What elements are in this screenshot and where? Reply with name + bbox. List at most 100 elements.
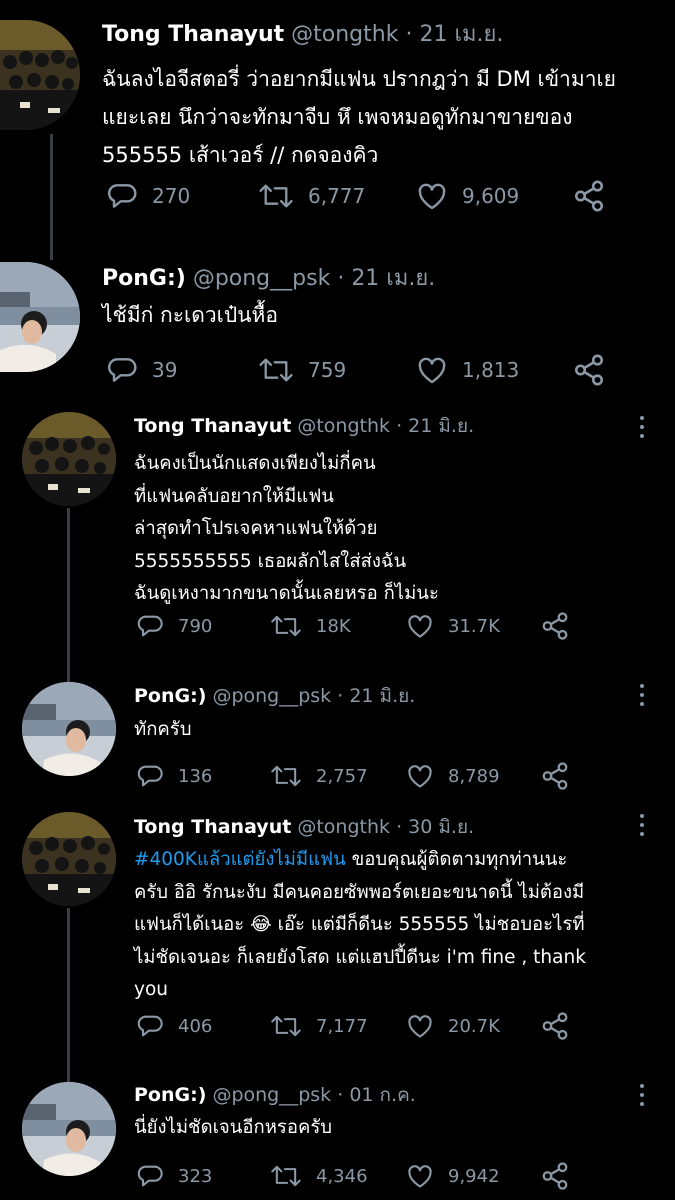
share-button[interactable]	[572, 176, 606, 216]
retweet-button[interactable]: 759	[258, 350, 346, 390]
avatar[interactable]	[0, 20, 80, 130]
reply-icon	[107, 184, 137, 208]
retweet-icon	[271, 615, 301, 637]
reply-count: 790	[178, 615, 213, 637]
reply-count: 270	[152, 184, 191, 208]
retweet-button[interactable]: 4,346	[270, 1156, 368, 1196]
tweet-text-segment: ขอบคุณผู้ติดตามทุกท่านนะ	[345, 849, 568, 870]
author-name[interactable]: Tong Thanayut	[102, 22, 284, 47]
tweet[interactable]: Tong Thanayut @tongthk · 21 เม.ย. ฉันลงไ…	[0, 0, 675, 250]
tweet-date[interactable]: 21 มิ.ย.	[408, 415, 474, 437]
tweet[interactable]: PonG:) @pong__psk · 01 ก.ค. นี่ยังไม่ชัด…	[0, 1070, 675, 1200]
tweet-text: นี่ยังไม่ชัดเจนอีกหรอครับ	[134, 1112, 332, 1144]
separator-dot: ·	[405, 22, 413, 47]
tweet-text: ไช้มีก่ กะเดวเป๋นหื้อ	[102, 296, 278, 334]
avatar[interactable]	[22, 412, 116, 506]
heart-icon	[418, 183, 446, 210]
more-options-button[interactable]	[639, 416, 645, 438]
tweet-text-line: ครับ อิอิ รักนะงับ มีคนคอยซัพพอร์ตเยอะขน…	[134, 881, 585, 903]
reply-button[interactable]: 270	[106, 176, 190, 216]
more-options-button[interactable]	[639, 814, 645, 836]
tweet-text-line: ไช้มีก่ กะเดวเป๋นหื้อ	[102, 303, 278, 327]
like-button[interactable]: 20.7K	[406, 1006, 500, 1046]
author-name[interactable]: PonG:)	[102, 266, 186, 291]
share-button[interactable]	[540, 756, 570, 796]
retweet-button[interactable]: 7,177	[270, 1006, 368, 1046]
reply-icon	[137, 1165, 163, 1187]
tweet[interactable]: PonG:) @pong__psk · 21 มิ.ย. ทักครับ 136…	[0, 670, 675, 800]
tweet[interactable]: Tong Thanayut @tongthk · 21 มิ.ย. ฉันคงเ…	[0, 400, 675, 670]
retweet-button[interactable]: 6,777	[258, 176, 365, 216]
tweet-header: PonG:) @pong__psk · 21 เม.ย.	[102, 266, 435, 292]
tweet-text-line: #400Kแล้วแต่ยังไม่มีแฟน ขอบคุณผู้ติดตามท…	[134, 844, 586, 877]
more-options-button[interactable]	[639, 1084, 645, 1106]
retweet-button[interactable]: 18K	[270, 606, 351, 646]
tweet-date[interactable]: 01 ก.ค.	[349, 1084, 416, 1106]
retweet-count: 759	[308, 358, 347, 382]
author-handle[interactable]: @tongthk	[297, 816, 390, 838]
like-button[interactable]: 9,942	[406, 1156, 500, 1196]
tweet-date[interactable]: 21 เม.ย.	[351, 266, 435, 291]
reply-icon	[137, 615, 163, 637]
share-button[interactable]	[540, 1156, 570, 1196]
tweet-actions: 270 6,777 9,609	[0, 176, 675, 216]
separator-dot: ·	[337, 685, 344, 707]
tweet-text-line: 5555555555 เธอผลักไสใส่ส่งฉัน	[134, 550, 407, 572]
tweet-actions: 406 7,177 20.7K	[0, 1006, 675, 1046]
author-handle[interactable]: @pong__psk	[212, 1084, 331, 1106]
like-button[interactable]: 9,609	[416, 176, 519, 216]
reply-count: 323	[178, 1165, 213, 1187]
group-photo-avatar-image	[0, 20, 80, 130]
retweet-count: 4,346	[316, 1165, 368, 1187]
reply-icon	[137, 1015, 163, 1037]
share-button[interactable]	[540, 606, 570, 646]
author-name[interactable]: Tong Thanayut	[134, 415, 291, 437]
tweet-header: Tong Thanayut @tongthk · 21 เม.ย.	[102, 22, 503, 48]
heart-icon	[408, 1165, 432, 1188]
like-button[interactable]: 31.7K	[406, 606, 500, 646]
retweet-count: 6,777	[308, 184, 366, 208]
like-button[interactable]: 1,813	[416, 350, 519, 390]
tweet-text-line: ล่าสุดทำโปรเจคหาแฟนให้ด้วย	[134, 518, 378, 539]
author-name[interactable]: PonG:)	[134, 685, 206, 707]
share-button[interactable]	[572, 350, 606, 390]
reply-button[interactable]: 323	[136, 1156, 212, 1196]
retweet-count: 2,757	[316, 765, 368, 787]
author-handle[interactable]: @tongthk	[291, 22, 398, 47]
tweet-text-line: นี่ยังไม่ชัดเจนอีกหรอครับ	[134, 1117, 333, 1138]
retweet-icon	[259, 184, 293, 208]
share-button[interactable]	[540, 1006, 570, 1046]
tweet-date[interactable]: 21 มิ.ย.	[349, 685, 415, 707]
like-count: 20.7K	[448, 1015, 500, 1037]
tweet[interactable]: PonG:) @pong__psk · 21 เม.ย. ไช้มีก่ กะเ…	[0, 250, 675, 410]
avatar[interactable]	[22, 812, 116, 906]
retweet-icon	[271, 1165, 301, 1187]
more-options-button[interactable]	[639, 684, 645, 706]
author-handle[interactable]: @pong__psk	[212, 685, 331, 707]
retweet-button[interactable]: 2,757	[270, 756, 368, 796]
retweet-icon	[271, 765, 301, 787]
tweet-date[interactable]: 30 มิ.ย.	[408, 816, 474, 838]
hashtag-link[interactable]: #400Kแล้วแต่ยังไม่มีแฟน	[134, 849, 346, 870]
like-button[interactable]: 8,789	[406, 756, 500, 796]
tweet-text: ฉันคงเป็นนักแสดงเพียงไม่กี่คน ที่แฟนคลับ…	[134, 448, 439, 611]
retweet-count: 7,177	[316, 1015, 368, 1037]
reply-button[interactable]: 39	[106, 350, 177, 390]
tweet-text: ทักครับ	[134, 714, 191, 746]
reply-icon	[107, 358, 137, 382]
author-handle[interactable]: @tongthk	[297, 415, 390, 437]
author-name[interactable]: PonG:)	[134, 1084, 206, 1106]
tweet-header: Tong Thanayut @tongthk · 30 มิ.ย.	[134, 816, 474, 839]
tweet-text: ฉันลงไอจีสตอรี่ ว่าอยากมีแฟน ปรากฎว่า มี…	[102, 60, 616, 174]
reply-button[interactable]: 136	[136, 756, 212, 796]
author-handle[interactable]: @pong__psk	[193, 266, 331, 291]
tweet-date[interactable]: 21 เม.ย.	[419, 22, 503, 47]
tweet[interactable]: Tong Thanayut @tongthk · 30 มิ.ย. #400Kแ…	[0, 800, 675, 1070]
share-icon	[574, 354, 604, 386]
reply-button[interactable]: 406	[136, 1006, 212, 1046]
heart-icon	[408, 1015, 432, 1038]
share-icon	[542, 1162, 568, 1190]
author-name[interactable]: Tong Thanayut	[134, 816, 291, 838]
reply-button[interactable]: 790	[136, 606, 212, 646]
like-count: 1,813	[462, 358, 520, 382]
